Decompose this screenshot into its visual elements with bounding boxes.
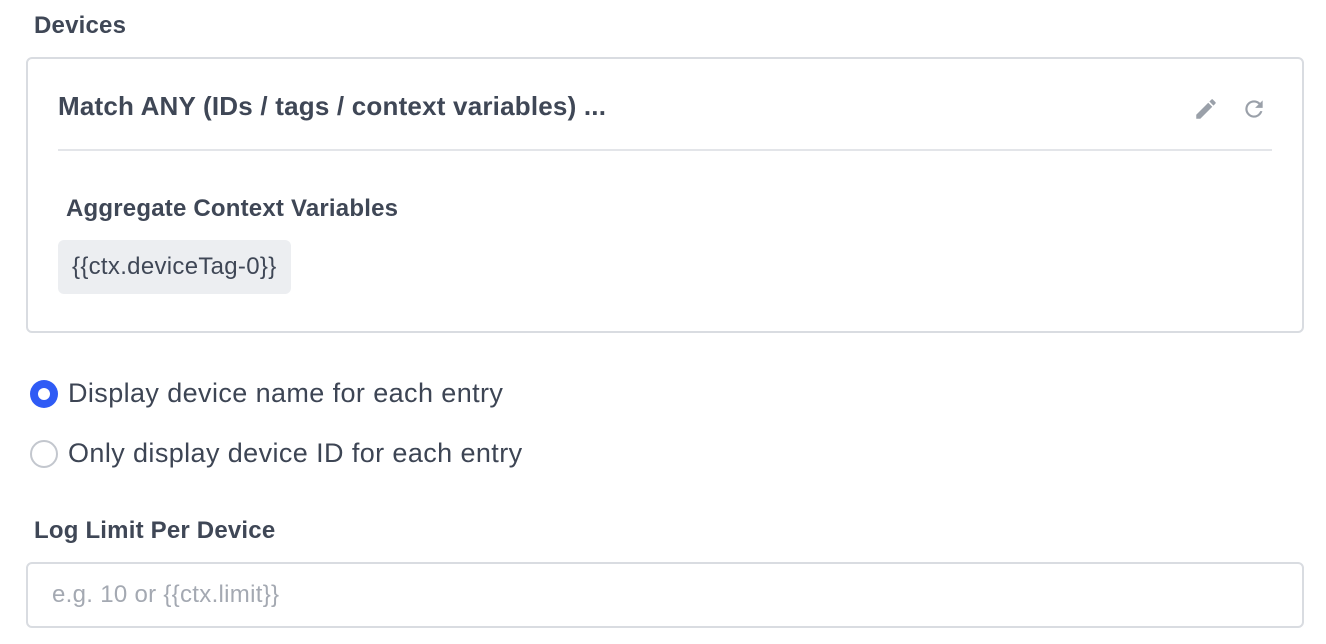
- log-limit-label: Log Limit Per Device: [34, 517, 276, 544]
- aggregate-context-variables-label: Aggregate Context Variables: [66, 195, 399, 222]
- devices-form: Devices Match ANY (IDs / tags / context …: [0, 0, 1326, 644]
- radio-unselected-icon[interactable]: [30, 439, 58, 468]
- radio-label-device-name[interactable]: Display device name for each entry: [68, 378, 503, 409]
- radio-label-device-id[interactable]: Only display device ID for each entry: [68, 438, 523, 469]
- devices-card-title[interactable]: Match ANY (IDs / tags / context variable…: [58, 91, 606, 122]
- card-actions: [1192, 95, 1268, 123]
- pencil-icon[interactable]: [1192, 95, 1220, 123]
- log-limit-input[interactable]: [26, 562, 1304, 628]
- devices-label: Devices: [34, 12, 127, 39]
- refresh-icon[interactable]: [1240, 95, 1268, 123]
- radio-display-device-name[interactable]: Display device name for each entry: [30, 378, 503, 409]
- context-variable-chip[interactable]: {{ctx.deviceTag-0}}: [58, 240, 291, 294]
- radio-display-device-id[interactable]: Only display device ID for each entry: [30, 438, 523, 469]
- radio-selected-icon[interactable]: [30, 379, 58, 408]
- card-divider: [58, 149, 1272, 151]
- devices-card: Match ANY (IDs / tags / context variable…: [26, 57, 1304, 333]
